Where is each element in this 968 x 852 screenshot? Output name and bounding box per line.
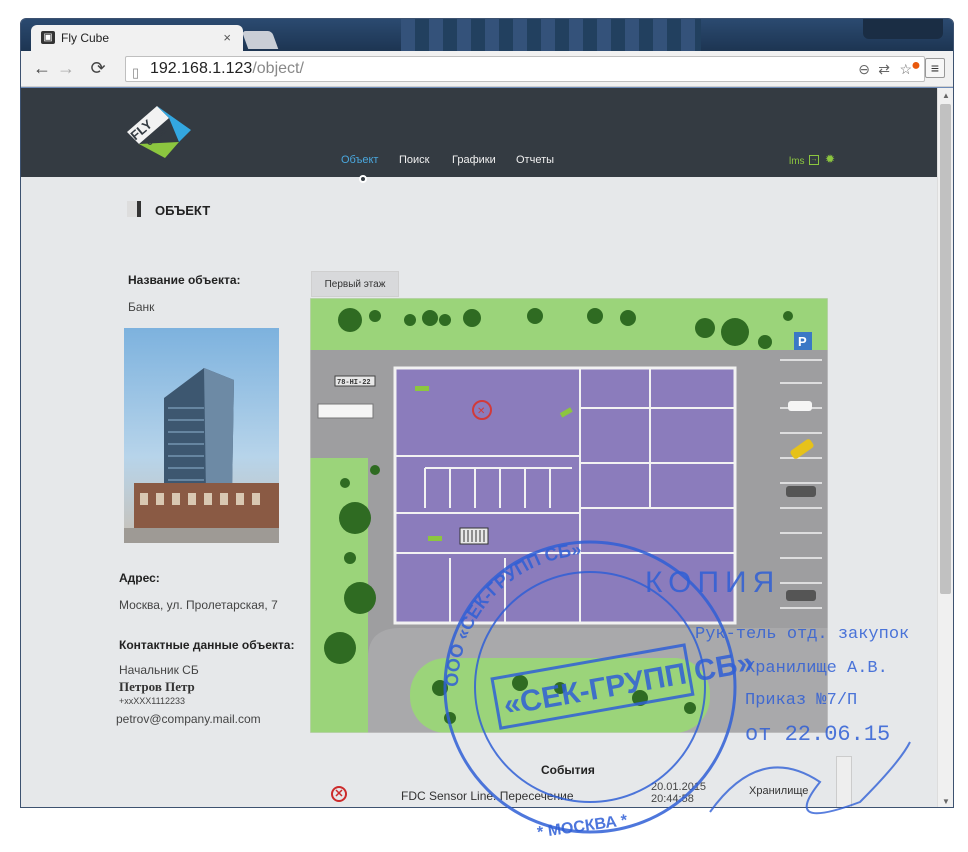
- tab-first-floor[interactable]: Первый этаж: [311, 271, 399, 297]
- address-value: Москва, ул. Пролетарская, 7: [119, 598, 278, 612]
- contact-phone: +xxXXX1112233: [119, 696, 185, 706]
- url-path: /object/: [252, 60, 304, 77]
- event-time: 20:44:58: [651, 793, 694, 805]
- site-header: FLY CUBE Объект Поиск Графики Отчеты lms…: [21, 88, 939, 177]
- logout-icon[interactable]: →: [809, 155, 819, 165]
- menu-item-object[interactable]: Объект: [341, 154, 378, 166]
- url-host: 192.168.1.123: [150, 60, 253, 77]
- browser-menu-icon[interactable]: ≡: [925, 58, 945, 78]
- contacts-label: Контактные данные объекта:: [119, 638, 295, 652]
- object-name-value: Банк: [128, 300, 155, 314]
- intrusion-alert-icon: ✕: [331, 786, 347, 802]
- gear-icon[interactable]: ✹: [825, 152, 835, 166]
- contact-email[interactable]: petrov@company.mail.com: [116, 712, 261, 726]
- menu-item-search[interactable]: Поиск: [399, 154, 429, 166]
- scroll-down-icon[interactable]: ▼: [942, 797, 950, 806]
- address-bar[interactable]: ▯ 192.168.1.123/object/ ⊖ ⇄ ☆: [125, 56, 925, 82]
- event-place: Хранилище: [749, 785, 809, 797]
- back-icon[interactable]: ←: [31, 58, 53, 79]
- extension-icon[interactable]: ●: [905, 57, 927, 75]
- building-photo: [124, 328, 279, 543]
- window-controls[interactable]: [863, 19, 943, 39]
- site-favicon-icon: ▣: [41, 31, 55, 44]
- svg-text:✕: ✕: [477, 406, 485, 417]
- events-title: События: [541, 763, 595, 777]
- contact-role: Начальник СБ: [119, 663, 199, 677]
- page-icon: ▯: [132, 65, 140, 80]
- menu-item-charts[interactable]: Графики: [452, 154, 496, 166]
- translate-icon[interactable]: ⇄: [878, 57, 890, 81]
- contact-name: Петров Петр: [119, 679, 195, 694]
- tab-title: Fly Cube: [61, 31, 110, 45]
- floor-map[interactable]: ✕ 78-HI-22 P: [310, 298, 828, 733]
- event-date: 20.01.2015: [651, 781, 707, 793]
- address-label: Адрес:: [119, 571, 160, 585]
- title-bar: ▣ Fly Cube ×: [21, 19, 953, 52]
- new-tab-button[interactable]: [241, 31, 279, 49]
- parking-sign: P: [798, 334, 807, 349]
- event-text: FDC Sensor Line. Пересечение: [401, 789, 574, 803]
- browser-tab[interactable]: ▣ Fly Cube ×: [31, 25, 243, 52]
- page-scrollbar[interactable]: ▲ ▼: [937, 88, 953, 807]
- flycube-logo[interactable]: FLY CUBE: [121, 102, 201, 162]
- page-viewport: FLY CUBE Объект Поиск Графики Отчеты lms…: [21, 88, 939, 807]
- stamp-city: * МОСКВА *: [536, 812, 629, 842]
- reload-icon[interactable]: ⟳: [87, 58, 109, 79]
- scroll-up-icon[interactable]: ▲: [942, 91, 950, 100]
- active-menu-indicator: [359, 175, 367, 183]
- browser-toolbar: ← → ⟳ ▯ 192.168.1.123/object/ ⊖ ⇄ ☆ ● ≡: [21, 51, 953, 87]
- user-name[interactable]: lms: [789, 156, 805, 167]
- scrollbar-thumb[interactable]: [940, 104, 951, 594]
- page-title: ОБЪЕКТ: [155, 203, 211, 218]
- event-row[interactable]: ✕ FDC Sensor Line. Пересечение 20.01.201…: [321, 756, 861, 807]
- events-scrollbar[interactable]: [836, 756, 852, 807]
- browser-window: ▣ Fly Cube × ← → ⟳ ▯ 192.168.1.123/objec…: [20, 18, 954, 808]
- object-name-label: Название объекта:: [128, 273, 241, 287]
- zoom-icon[interactable]: ⊖: [858, 57, 870, 81]
- forward-icon[interactable]: →: [55, 58, 77, 79]
- map-plate-text: 78-HI-22: [337, 379, 371, 387]
- menu-item-reports[interactable]: Отчеты: [516, 154, 554, 166]
- close-tab-icon[interactable]: ×: [223, 30, 231, 45]
- object-icon: [127, 201, 141, 217]
